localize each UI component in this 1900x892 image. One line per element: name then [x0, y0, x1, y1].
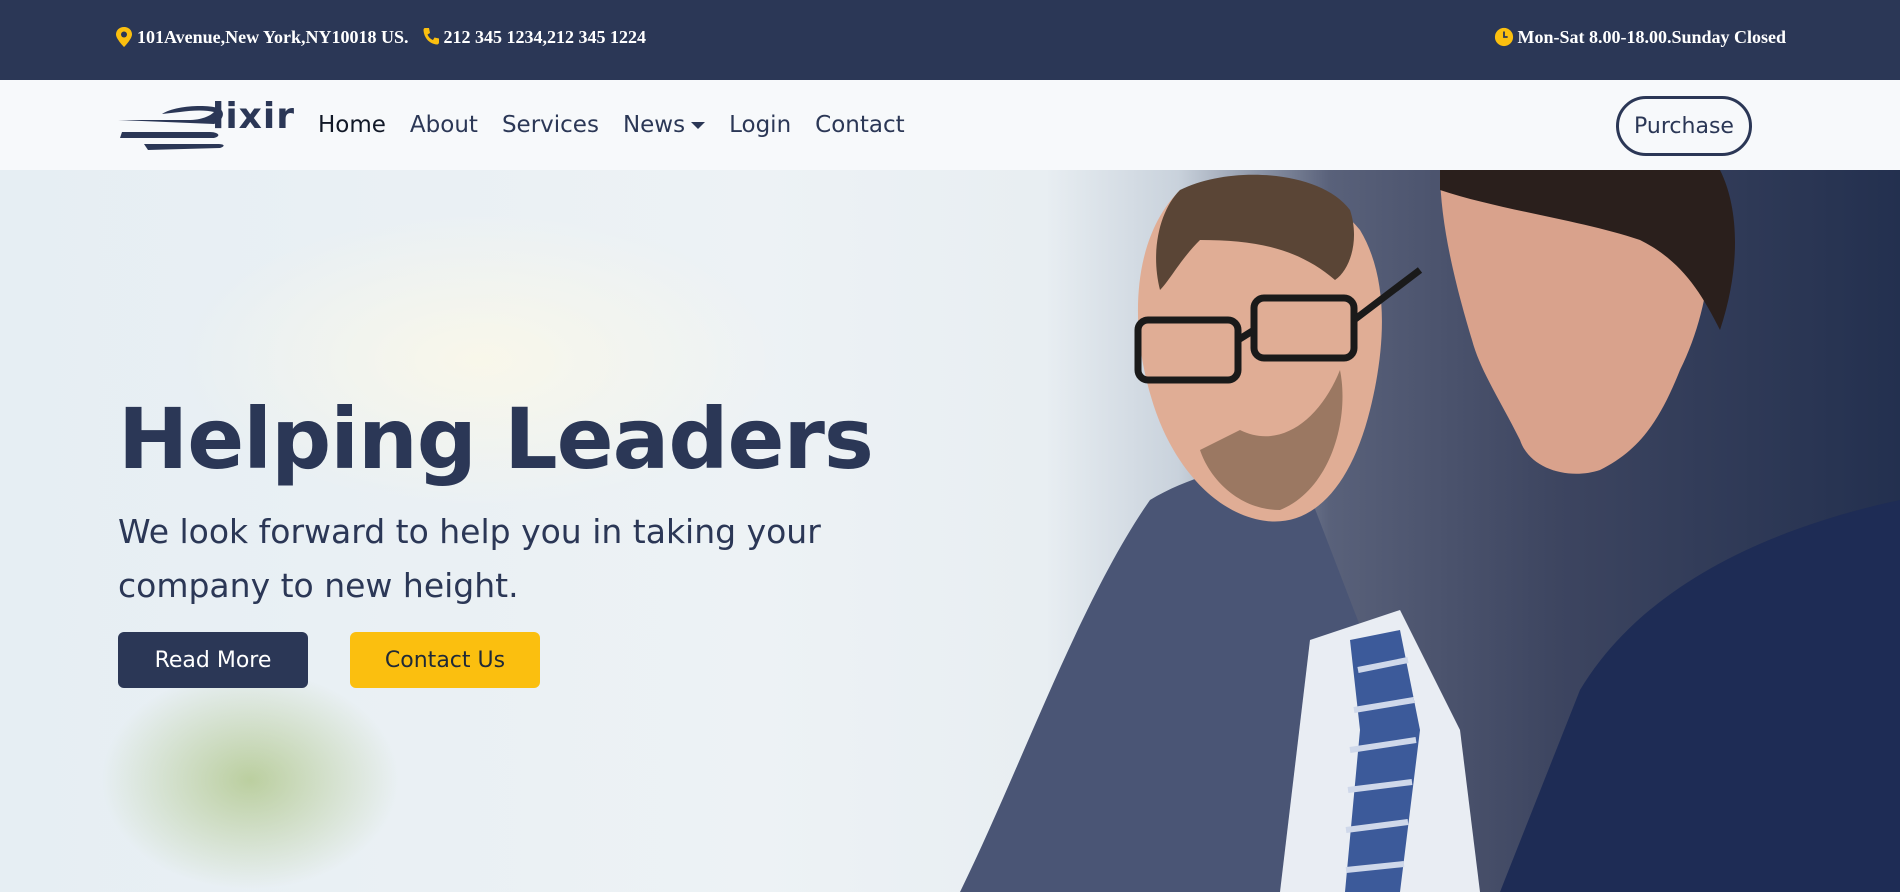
hero-subtitle: We look forward to help you in taking yo… — [118, 512, 821, 605]
map-pin-icon — [116, 27, 132, 47]
hours-info: Mon-Sat 8.00-18.00.Sunday Closed — [1494, 26, 1786, 48]
nav-contact[interactable]: Contact — [815, 112, 904, 138]
nav-news[interactable]: News — [622, 112, 706, 138]
hours-text: Mon-Sat 8.00-18.00.Sunday Closed — [1517, 26, 1786, 47]
nav-about[interactable]: About — [410, 112, 478, 138]
contact-us-button[interactable]: Contact Us — [350, 632, 540, 688]
hero-business-people-image — [960, 170, 1900, 892]
address-text: 101Avenue,New York,NY10018 US. — [137, 26, 409, 47]
nav-home[interactable]: Home — [318, 112, 386, 138]
main-navbar: lixir Home About Services News Login Con… — [0, 80, 1900, 170]
phone-icon — [423, 28, 439, 45]
hero-section: Helping Leaders We look forward to help … — [0, 170, 1900, 892]
chevron-down-icon — [691, 121, 706, 129]
purchase-button[interactable]: Purchase — [1616, 96, 1752, 156]
address-info: 101Avenue,New York,NY10018 US. — [114, 26, 409, 48]
hero-background-plant — [100, 670, 400, 890]
read-more-button[interactable]: Read More — [118, 632, 308, 688]
primary-nav: Home About Services News Login Contact — [318, 112, 929, 138]
nav-services[interactable]: Services — [502, 112, 599, 138]
nav-news-label: News — [622, 112, 686, 138]
nav-login[interactable]: Login — [729, 112, 791, 138]
phone-text: 212 345 1234,212 345 1224 — [443, 26, 647, 47]
top-info-bar: 101Avenue,New York,NY10018 US. 212 345 1… — [0, 0, 1900, 80]
phone-info: 212 345 1234,212 345 1224 — [421, 26, 647, 48]
hero-title: Helping Leaders — [118, 390, 874, 488]
clock-icon — [1495, 27, 1514, 47]
brand-logo-text: lixir — [212, 96, 295, 137]
